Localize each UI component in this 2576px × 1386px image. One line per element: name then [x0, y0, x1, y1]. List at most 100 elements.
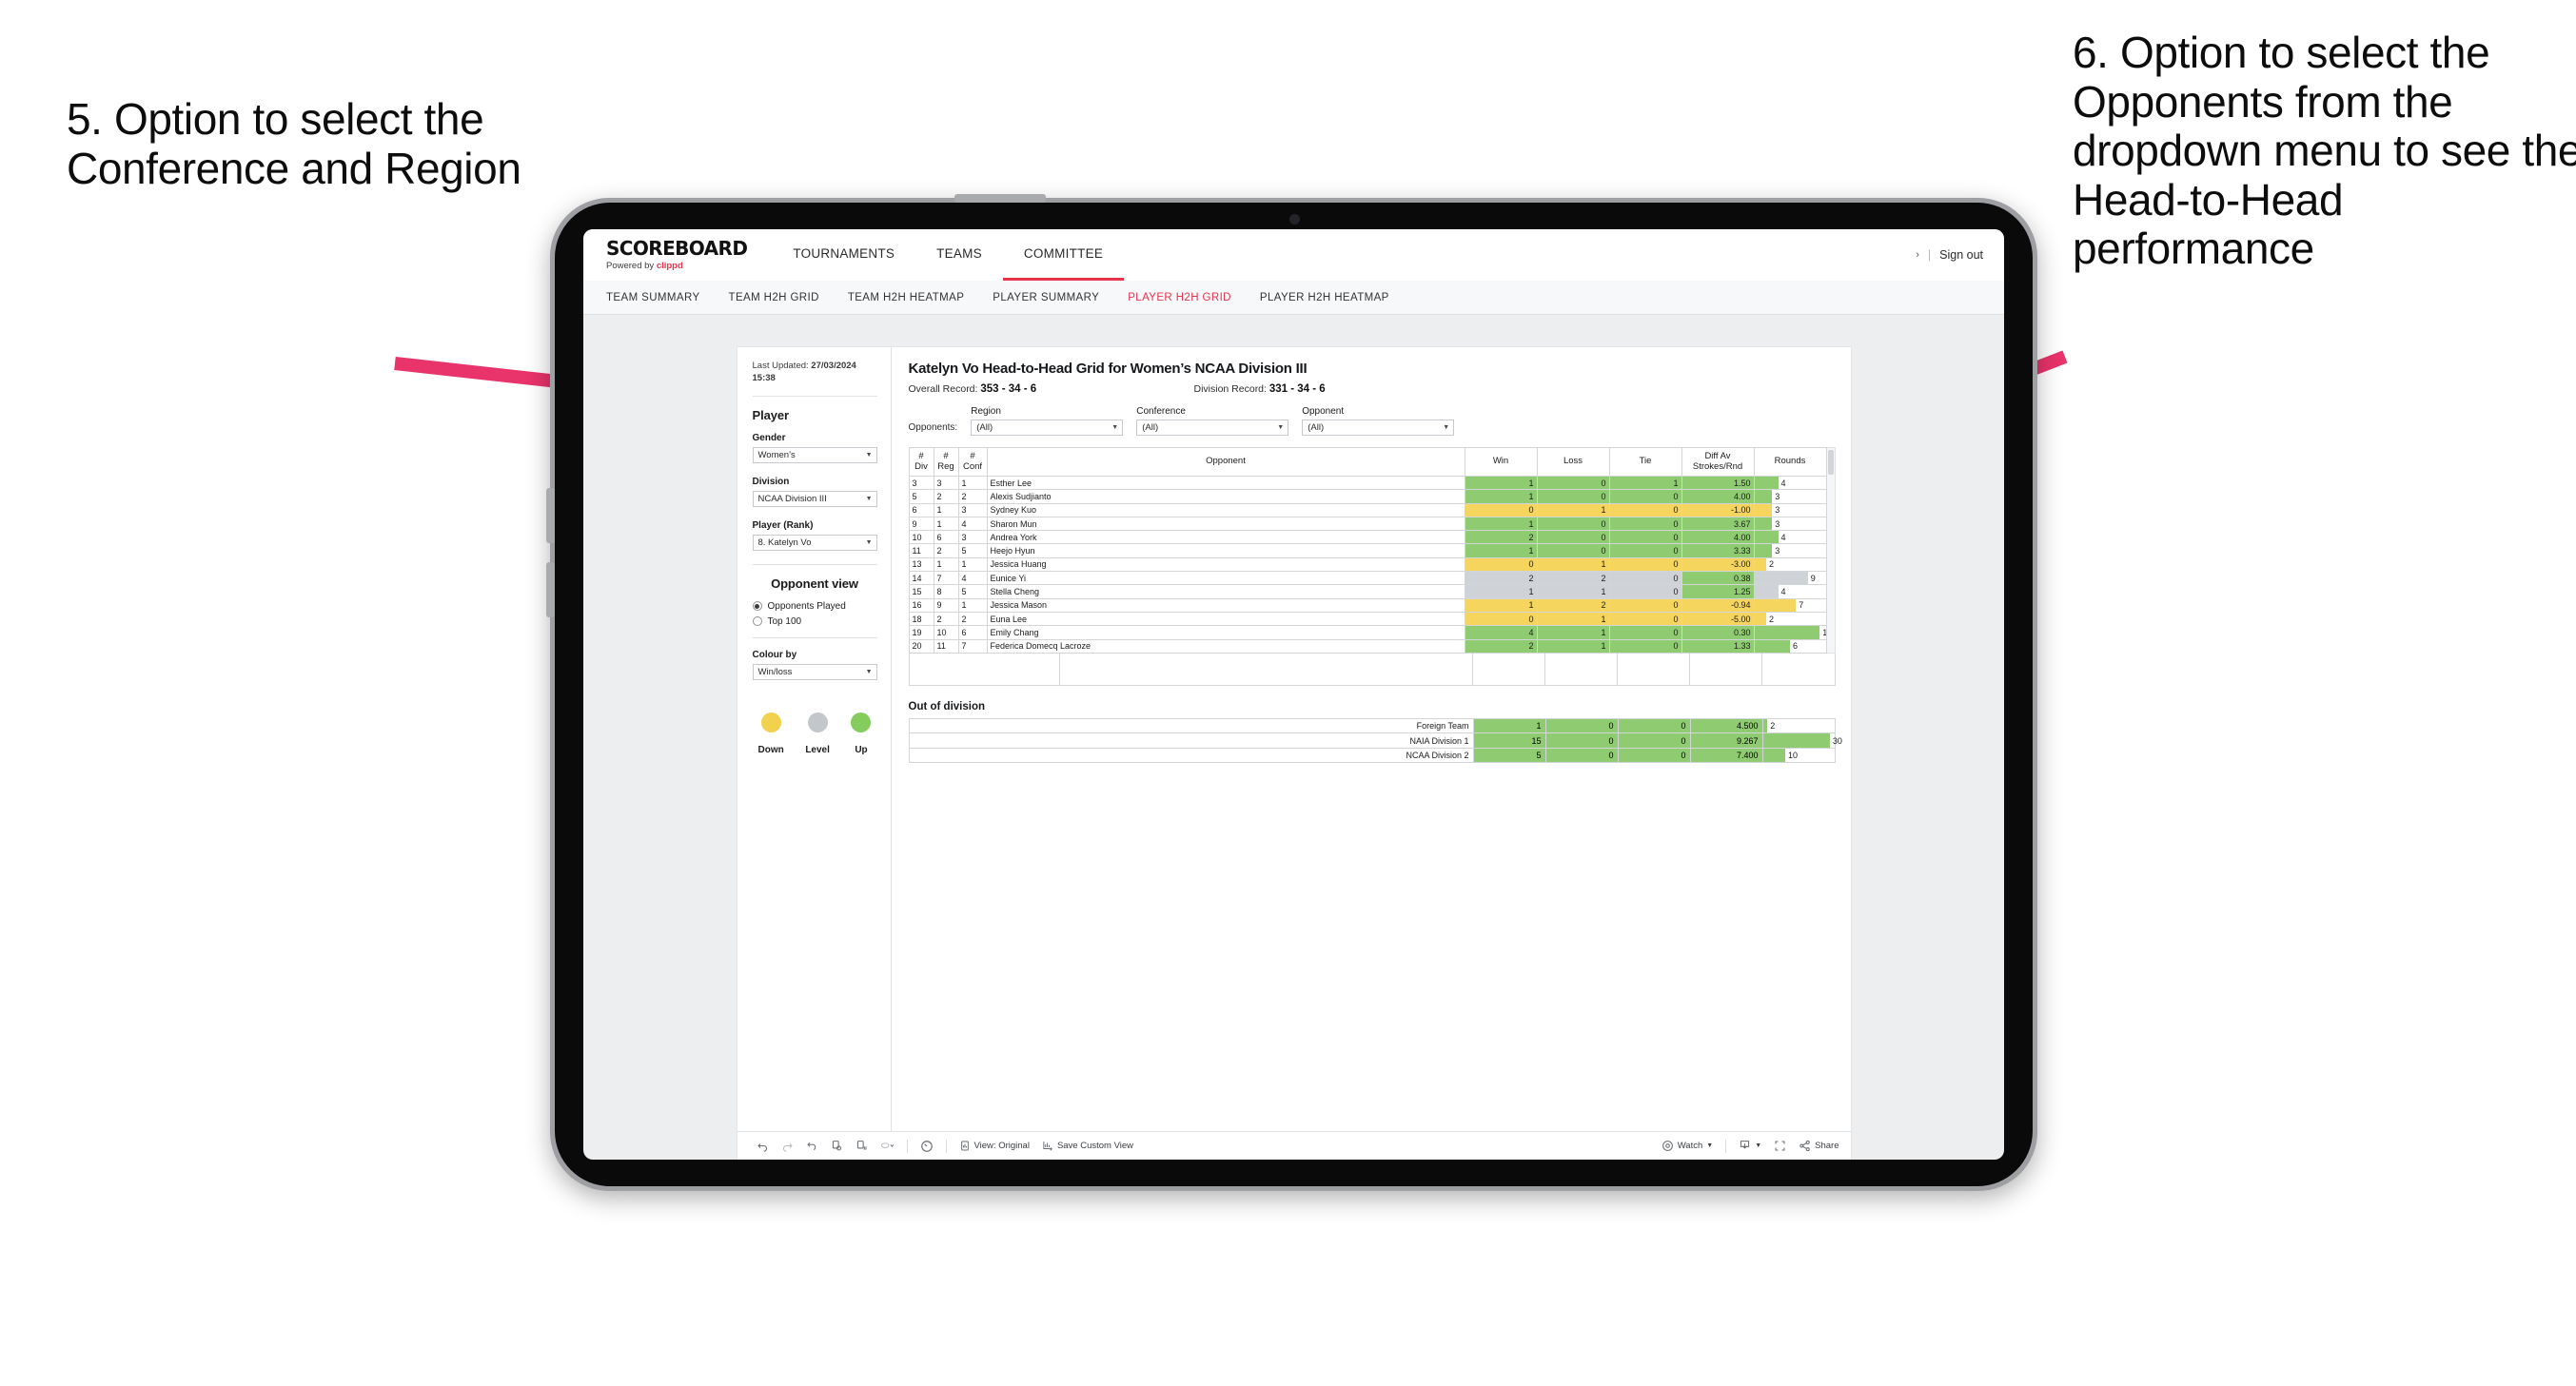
table-row[interactable]: 5 2 2 Alexis Sudjianto 1 0 0 4.00 3	[908, 489, 1827, 504]
nav-item-tournaments[interactable]: TOURNAMENTS	[772, 229, 915, 281]
table-row[interactable]: 11 2 5 Heejo Hyun 1 0 0 3.33 3	[908, 543, 1827, 558]
table-row[interactable]: 9 1 4 Sharon Mun 1 0 0 3.67 3	[908, 516, 1827, 532]
nav-item-teams[interactable]: TEAMS	[915, 229, 1003, 281]
tab-player-h2h-grid[interactable]: PLAYER H2H GRID	[1128, 292, 1231, 303]
out-of-division-row[interactable]: NAIA Division 1 15 0 0 9.267 30	[908, 732, 1842, 749]
watch-button[interactable]: Watch ▼	[1662, 1140, 1713, 1152]
sidebar-heading-opponent-view: Opponent view	[771, 576, 858, 591]
cell-rounds: 4	[1753, 584, 1827, 599]
legend-dot-down	[760, 712, 781, 732]
cell-tie: 0	[1608, 611, 1682, 627]
tab-team-h2h-heatmap[interactable]: TEAM H2H HEATMAP	[848, 292, 964, 303]
revert-icon[interactable]	[806, 1140, 818, 1152]
table-row[interactable]: 18 2 2 Euna Lee 0 1 0 -5.00 2	[908, 611, 1827, 627]
chevron-right-icon[interactable]: ›	[1916, 249, 1919, 261]
refresh-dropdown-icon[interactable]	[880, 1140, 895, 1152]
cell-div: 20	[908, 638, 934, 654]
volume-up-button[interactable]	[546, 488, 555, 543]
ood-cell-name: NAIA Division 1	[908, 732, 1474, 749]
gender-select[interactable]: Women’s ▼	[752, 446, 877, 463]
ood-cell-rounds: 10	[1761, 747, 1836, 764]
player-rank-select[interactable]: 8. Katelyn Vo ▼	[752, 534, 877, 551]
radio-opponents-played[interactable]: Opponents Played	[752, 601, 877, 612]
tab-team-h2h-grid[interactable]: TEAM H2H GRID	[729, 292, 819, 303]
tab-player-h2h-heatmap[interactable]: PLAYER H2H HEATMAP	[1260, 292, 1389, 303]
view-original-button[interactable]: View: Original	[959, 1140, 1030, 1152]
colour-by-value: Win/loss	[757, 666, 793, 677]
power-button[interactable]	[954, 194, 1046, 203]
cell-reg: 2	[933, 543, 959, 558]
cell-win: 2	[1464, 571, 1538, 586]
save-custom-view-button[interactable]: Save Custom View	[1042, 1140, 1133, 1152]
redo-icon[interactable]	[781, 1140, 794, 1152]
brand-logo[interactable]: SCOREBOARD Powered by clippd	[606, 229, 772, 281]
cell-tie: 0	[1608, 625, 1682, 640]
chevron-down-icon: ▼	[865, 495, 873, 502]
out-of-division-row[interactable]: NCAA Division 2 5 0 0 7.400 10	[908, 747, 1836, 764]
grid-scrollbar-thumb[interactable]	[1827, 450, 1834, 475]
cell-loss: 0	[1536, 489, 1610, 504]
cell-div: 16	[908, 597, 934, 613]
undo-icon[interactable]	[757, 1140, 769, 1152]
table-row[interactable]: 15 8 5 Stella Cheng 1 1 0 1.25 4	[908, 584, 1827, 599]
filter-opponent: Opponent (All) ▼	[1302, 406, 1455, 436]
cell-tie: 0	[1608, 556, 1682, 573]
table-row[interactable]: 3 3 1 Esther Lee 1 0 1 1.50 4	[908, 475, 1827, 491]
cell-rounds: 3	[1753, 543, 1827, 558]
tab-player-summary[interactable]: PLAYER SUMMARY	[993, 292, 1099, 303]
table-row[interactable]: 19106Emily Chang4100.3011	[908, 625, 1827, 640]
last-updated-label: Last Updated:	[752, 361, 809, 371]
pause-auto-update-icon[interactable]	[920, 1140, 934, 1153]
grid-col-header-3: Opponent	[986, 447, 1465, 477]
filter-conference-select[interactable]: (All) ▼	[1136, 420, 1289, 436]
brand-title: SCOREBOARD	[606, 237, 748, 260]
division-select[interactable]: NCAA Division III ▼	[752, 490, 877, 507]
cell-opponent: Jessica Huang	[986, 556, 1465, 573]
table-row[interactable]: 20 11 7 Federica Domecq Lacroze 2 1 0 1.33 6	[908, 638, 1827, 654]
refresh-data-icon[interactable]	[831, 1140, 843, 1152]
cell-tie: 0	[1608, 638, 1682, 654]
table-row[interactable]: 6 1 3 Sydney Kuo 0 1 0 -1.00 3	[908, 502, 1827, 517]
cell-tie: 0	[1608, 516, 1682, 532]
chevron-down-icon: ▼	[865, 451, 873, 459]
fullscreen-button[interactable]	[1774, 1140, 1786, 1152]
download-button[interactable]: ▼	[1739, 1140, 1761, 1152]
pause-updates-icon[interactable]	[855, 1140, 868, 1152]
share-button[interactable]: Share	[1799, 1140, 1839, 1152]
tab-team-summary[interactable]: TEAM SUMMARY	[606, 292, 700, 303]
legend-label-level: Level	[805, 744, 830, 755]
table-row[interactable]: 10 6 3 Andrea York 2 0 0 4.00 4	[908, 530, 1827, 545]
cell-conf: 5	[957, 584, 988, 599]
brand-powered-prefix: Powered by	[606, 261, 655, 271]
radio-label-top-100: Top 100	[767, 615, 802, 627]
cell-win: 1	[1464, 475, 1538, 491]
colour-by-select[interactable]: Win/loss ▼	[752, 663, 877, 680]
filter-region-select[interactable]: (All) ▼	[971, 420, 1124, 436]
grid-col-header-0: # Div	[908, 447, 934, 477]
cell-div: 13	[908, 556, 934, 573]
table-row[interactable]: 16 9 1 Jessica Mason 1 2 0 -0.94 7	[908, 597, 1827, 613]
cell-rounds: 6	[1753, 638, 1827, 654]
viz-body: Last Updated: 27/03/2024 15:38 Player Ge…	[737, 347, 1851, 1131]
filter-opponent-label: Opponent	[1302, 406, 1345, 417]
cell-loss: 1	[1536, 625, 1610, 640]
cell-tie: 0	[1608, 543, 1682, 558]
cell-rounds: 3	[1753, 502, 1827, 517]
cell-tie: 0	[1608, 502, 1682, 517]
radio-top-100[interactable]: Top 100	[752, 615, 877, 627]
table-row[interactable]: 14 7 4 Eunice Yi 2 2 0 0.38 9	[908, 571, 1827, 586]
nav-item-committee[interactable]: COMMITTEE	[1002, 229, 1125, 281]
ood-cell-rounds: 30	[1761, 732, 1842, 749]
overall-record-label: Overall Record:	[908, 383, 978, 395]
grid-col-header-8: Rounds	[1753, 447, 1827, 477]
cell-div: 11	[908, 543, 934, 558]
volume-down-button[interactable]	[546, 562, 555, 617]
filter-opponent-select[interactable]: (All) ▼	[1302, 420, 1455, 436]
table-row[interactable]: 13 1 1 Jessica Huang 0 1 0 -3.00 2	[908, 556, 1827, 573]
sign-out-link[interactable]: Sign out	[1939, 248, 1983, 262]
grid-scrollbar[interactable]	[1826, 447, 1836, 654]
out-of-division-row[interactable]: Foreign Team 1 0 0 4.500 2	[908, 717, 1836, 734]
cell-reg: 1	[933, 556, 959, 573]
page-title: Katelyn Vo Head-to-Head Grid for Women’s…	[908, 361, 1308, 377]
player-rank-value: 8. Katelyn Vo	[757, 537, 812, 548]
